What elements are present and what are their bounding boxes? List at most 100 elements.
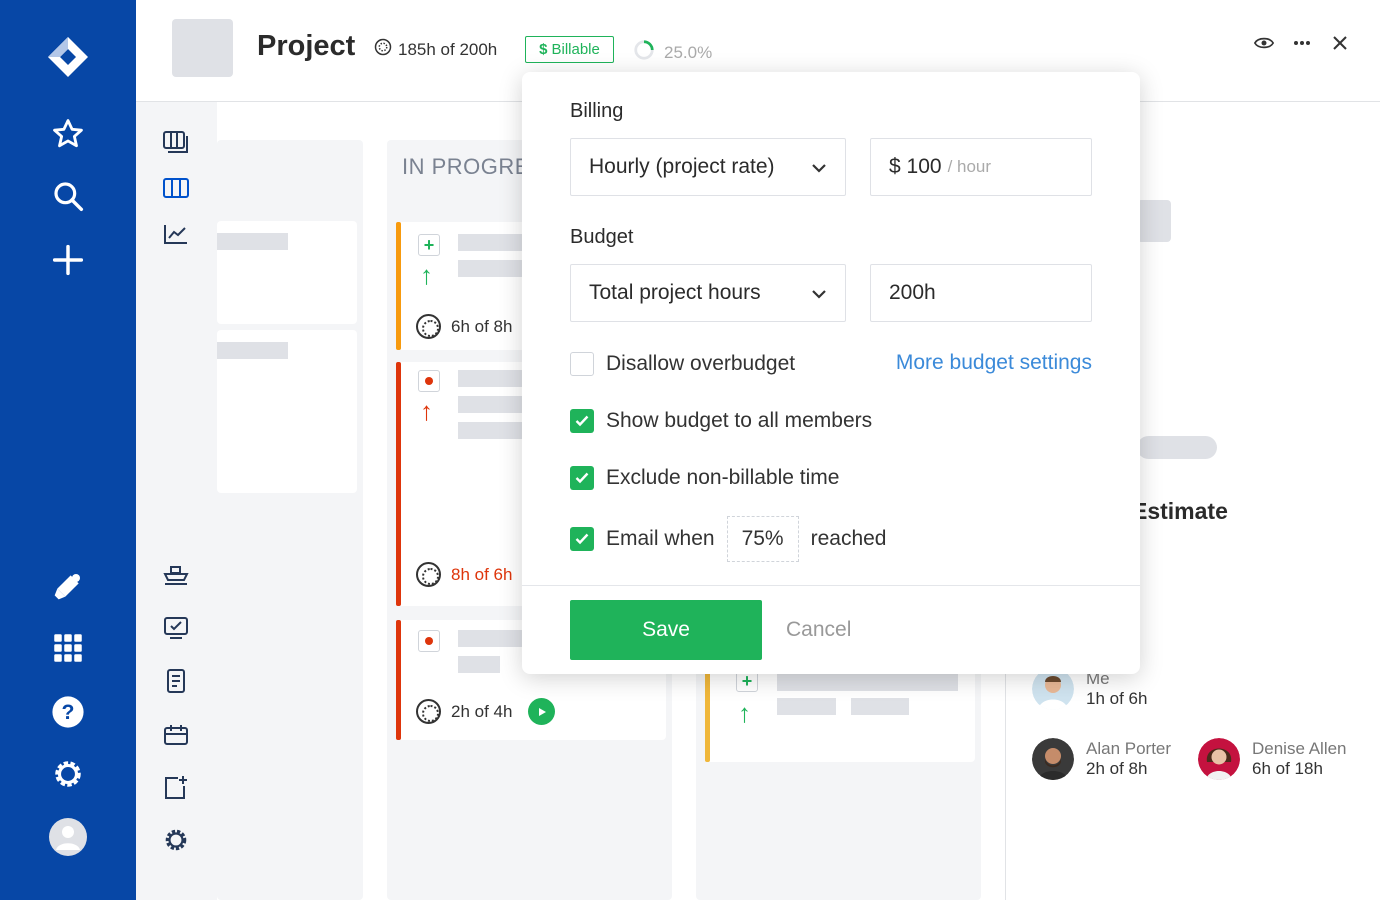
settings-gear-icon[interactable]: [44, 750, 92, 798]
priority-bar: [396, 362, 401, 606]
show-budget-checkbox[interactable]: [570, 409, 594, 433]
exclude-nonbillable-option[interactable]: Exclude non-billable time: [570, 466, 839, 490]
watch-eye-icon[interactable]: [1254, 33, 1274, 53]
dollar-icon: $: [539, 41, 548, 58]
priority-up-arrow-icon: ↑: [420, 396, 433, 426]
add-item-icon[interactable]: [162, 774, 190, 802]
exclude-nonbillable-label: Exclude non-billable time: [606, 466, 840, 489]
rate-input[interactable]: $ 100 / hour: [870, 138, 1092, 196]
member-name: Denise Allen: [1252, 739, 1347, 758]
tests-screen-icon[interactable]: [162, 614, 190, 642]
backlog-icon[interactable]: [162, 128, 190, 156]
project-settings-icon[interactable]: [162, 826, 190, 854]
email-threshold-checkbox[interactable]: [570, 527, 594, 551]
global-navigation: ?: [0, 0, 136, 900]
billable-badge[interactable]: $ Billable: [525, 36, 614, 63]
help-icon[interactable]: ?: [44, 688, 92, 736]
budget-type-select[interactable]: Total project hours: [570, 264, 846, 322]
priority-up-arrow-icon: ↑: [420, 260, 433, 290]
billing-label: Billing: [570, 100, 624, 122]
calendar-icon[interactable]: [162, 721, 190, 749]
bug-type-icon: [418, 370, 440, 392]
show-budget-option[interactable]: Show budget to all members: [570, 409, 872, 433]
member-hours: 2h of 8h: [1086, 759, 1148, 778]
more-options-icon[interactable]: [1292, 33, 1312, 53]
card-time: 8h of 6h: [416, 562, 512, 587]
play-timer-icon[interactable]: [528, 698, 556, 725]
project-avatar[interactable]: [172, 19, 233, 77]
email-when-label: Email when: [606, 527, 715, 550]
disallow-overbudget-label: Disallow overbudget: [606, 352, 796, 375]
clock-icon: [416, 314, 441, 339]
header-actions: [1254, 33, 1350, 53]
budget-amount-input[interactable]: 200h: [870, 264, 1092, 322]
avatar: [1032, 738, 1074, 780]
save-button[interactable]: Save: [570, 600, 762, 660]
board-column-todo: [217, 140, 363, 900]
footer-divider: [522, 585, 1140, 586]
releases-ship-icon[interactable]: [162, 562, 190, 590]
budget-progress[interactable]: 25.0%: [633, 39, 712, 66]
card-time: 2h of 4h: [416, 698, 556, 725]
avatar: [1032, 668, 1074, 710]
clock-icon: [416, 562, 441, 587]
priority-bar: [396, 222, 401, 350]
star-icon[interactable]: [44, 110, 92, 158]
more-budget-settings-link[interactable]: More budget settings: [896, 351, 1092, 375]
reached-label: reached: [810, 527, 887, 550]
member-name: Alan Porter: [1086, 739, 1172, 758]
email-threshold-option[interactable]: Email when 75% reached: [570, 516, 886, 562]
search-icon[interactable]: [44, 172, 92, 220]
budget-label: Budget: [570, 226, 634, 248]
exclude-nonbillable-checkbox[interactable]: [570, 466, 594, 490]
clock-icon: [374, 38, 392, 61]
board-icon[interactable]: [162, 174, 190, 202]
progress-ring-icon: [633, 39, 655, 66]
create-plus-icon[interactable]: [44, 236, 92, 284]
billing-type-value: Hourly (project rate): [589, 155, 775, 178]
hours-label: 185h of 200h: [398, 39, 498, 59]
task-card[interactable]: [217, 330, 357, 493]
page-title: Project: [257, 30, 356, 62]
project-hours[interactable]: 185h of 200h: [374, 38, 497, 61]
disallow-overbudget-option[interactable]: Disallow overbudget: [570, 352, 795, 376]
progress-percent: 25.0%: [664, 42, 713, 62]
member-hours: 1h of 6h: [1086, 689, 1148, 708]
avatar: [1198, 738, 1240, 780]
megaphone-icon[interactable]: [44, 562, 92, 610]
billing-type-select[interactable]: Hourly (project rate): [570, 138, 846, 196]
user-avatar-icon[interactable]: [44, 813, 92, 861]
bug-type-icon: [418, 630, 440, 652]
email-threshold-input[interactable]: 75%: [726, 516, 799, 562]
time-label: 6h of 8h: [451, 316, 513, 336]
member-denise-allen[interactable]: Denise Allen 6h of 18h: [1198, 738, 1347, 780]
cancel-button[interactable]: Cancel: [786, 618, 851, 642]
rate-value: $ 100: [889, 155, 942, 178]
story-type-icon: +: [418, 234, 440, 256]
estimate-heading: Estimate: [1132, 498, 1228, 524]
close-icon[interactable]: [1330, 33, 1350, 53]
project-sidebar: [136, 102, 217, 900]
pages-document-icon[interactable]: [162, 667, 190, 695]
show-budget-label: Show budget to all members: [606, 409, 873, 432]
card-time: 6h of 8h: [416, 314, 512, 339]
chevron-down-icon: [811, 155, 827, 179]
priority-up-arrow-icon: ↑: [738, 698, 751, 728]
disallow-overbudget-checkbox[interactable]: [570, 352, 594, 376]
budget-amount-value: 200h: [889, 281, 936, 304]
app-switcher-icon[interactable]: [44, 624, 92, 672]
svg-text:?: ?: [62, 700, 75, 724]
member-alan-porter[interactable]: Alan Porter 2h of 8h: [1032, 738, 1171, 780]
billable-label: Billable: [551, 41, 600, 58]
clock-icon: [416, 699, 441, 724]
rate-unit: / hour: [947, 157, 992, 176]
chevron-down-icon: [811, 281, 827, 305]
task-card[interactable]: [217, 221, 357, 324]
member-me[interactable]: Me 1h of 6h: [1032, 668, 1147, 710]
reports-chart-icon[interactable]: [162, 220, 190, 248]
time-label: 2h of 4h: [451, 701, 513, 721]
budget-type-value: Total project hours: [589, 281, 761, 304]
member-hours: 6h of 18h: [1252, 759, 1323, 778]
time-label: 8h of 6h: [451, 564, 513, 584]
app-logo-icon[interactable]: [44, 33, 92, 81]
